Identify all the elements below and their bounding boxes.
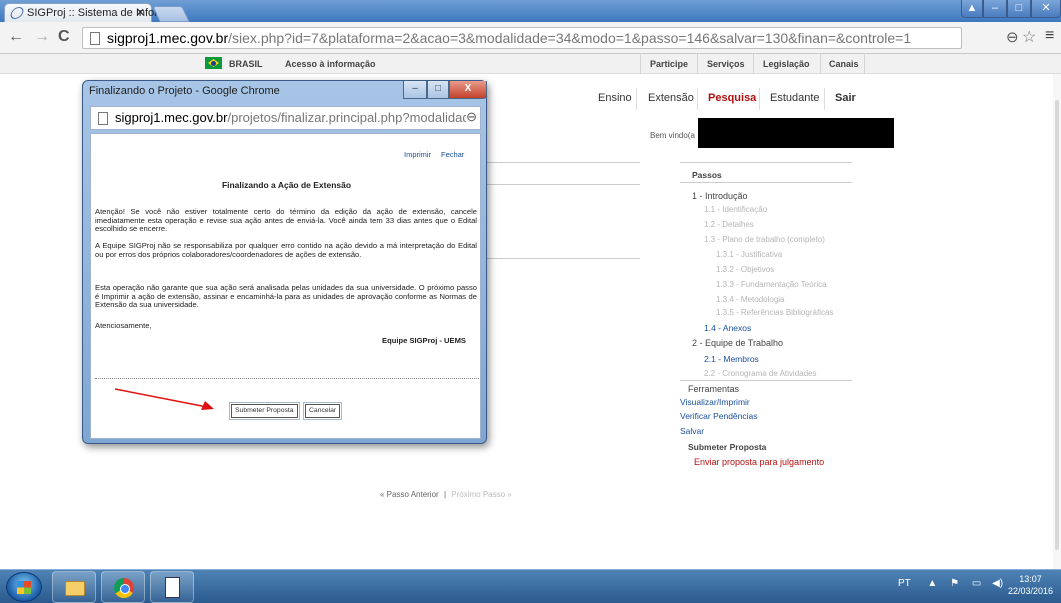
popup-maximize-button[interactable]: □ <box>427 81 449 99</box>
step-identificacao[interactable]: 1.1 - Identificação <box>704 205 767 214</box>
page-favicon-icon <box>8 7 26 19</box>
zoom-icon[interactable]: ⊖ <box>1006 28 1019 46</box>
step-detalhes[interactable]: 1.2 - Detalhes <box>704 220 754 229</box>
page-icon <box>98 112 108 125</box>
windows-taskbar: PT ▲ ⚑ ▭ ◀) 13:07 22/03/2016 <box>0 569 1061 603</box>
taskbar-clock[interactable]: 13:07 22/03/2016 <box>1008 573 1053 597</box>
zoom-icon[interactable]: ⊖ <box>466 109 477 125</box>
step-fundamentacao[interactable]: 1.3.3 - Fundamentação Teórica <box>716 280 827 289</box>
red-annotation-arrow-icon <box>114 388 214 410</box>
popup-heading: Finalizando a Ação de Extensão <box>221 180 352 190</box>
url-host: sigproj1.mec.gov.br <box>107 30 229 46</box>
action-center-flag-icon[interactable]: ⚑ <box>950 578 959 589</box>
maximize-button[interactable]: □ <box>1007 0 1031 18</box>
gov-link-servicos[interactable]: Serviços <box>707 59 745 69</box>
start-button-icon[interactable] <box>6 572 42 602</box>
forward-arrow-icon[interactable]: → <box>34 28 50 46</box>
cancel-button[interactable]: Cancelar <box>302 402 343 420</box>
nav-estudante[interactable]: Estudante <box>770 92 820 104</box>
ferramentas-header: Ferramentas <box>688 384 740 394</box>
popup-url-path: /projetos/finalizar.principal.php?modali… <box>227 110 477 125</box>
volume-icon[interactable]: ◀) <box>992 578 1003 589</box>
popup-minimize-button[interactable]: – <box>403 81 427 99</box>
explorer-taskbar-icon[interactable] <box>52 571 96 603</box>
scrollbar-thumb[interactable] <box>1055 100 1059 550</box>
step-objetivos[interactable]: 1.3.2 - Objetivos <box>716 265 774 274</box>
popup-url-host: sigproj1.mec.gov.br <box>115 110 228 125</box>
warning-paragraph: Atenção! Se você não estiver totalmente … <box>95 207 477 233</box>
browser-tab[interactable]: SIGProj :: Sistema de Infor ✕ <box>4 3 158 22</box>
close-tab-icon[interactable]: ✕ <box>136 6 145 19</box>
enviar-proposta-link[interactable]: Enviar proposta para julgamento <box>694 457 824 467</box>
step-equipe[interactable]: 2 - Equipe de Trabalho <box>692 338 783 348</box>
tool-visualizar[interactable]: Visualizar/Imprimir <box>680 397 750 407</box>
submit-proposal-button[interactable]: Submeter Proposta <box>229 402 300 420</box>
dotted-divider <box>95 378 479 379</box>
submeter-header: Submeter Proposta <box>688 442 767 452</box>
step-plano[interactable]: 1.3 - Plano de trabalho (completo) <box>704 235 825 244</box>
content-divider <box>484 162 640 163</box>
back-arrow-icon[interactable]: ← <box>8 28 24 46</box>
step-anexos[interactable]: 1.4 - Anexos <box>704 323 751 333</box>
address-bar[interactable]: sigproj1.mec.gov.br/siex.php?id=7&plataf… <box>82 27 962 49</box>
url-path: /siex.php?id=7&plataforma=2&acao=3&modal… <box>228 30 912 46</box>
gov-brasil-link[interactable]: BRASIL <box>229 59 263 69</box>
step-metodologia[interactable]: 1.3.4 - Metodologia <box>716 295 785 304</box>
nav-sair[interactable]: Sair <box>835 92 856 104</box>
chrome-taskbar-icon[interactable] <box>101 571 145 603</box>
popup-close-button[interactable]: X <box>449 81 487 99</box>
chrome-menu-icon[interactable]: ≡ <box>1045 27 1054 45</box>
closing-text: Atenciosamente, <box>95 321 152 330</box>
gov-link-legislacao[interactable]: Legislação <box>763 59 810 69</box>
language-indicator[interactable]: PT <box>898 578 911 589</box>
reload-icon[interactable]: C <box>58 28 70 46</box>
next-step-link[interactable]: Próximo Passo » <box>451 490 511 499</box>
content-divider <box>484 258 640 259</box>
document-taskbar-icon[interactable] <box>150 571 194 603</box>
clock-time: 13:07 <box>1019 574 1042 584</box>
tool-verificar[interactable]: Verificar Pendências <box>680 411 758 421</box>
bookmark-star-icon[interactable]: ☆ <box>1022 27 1036 47</box>
brazil-flag-icon <box>205 57 222 69</box>
clock-date: 22/03/2016 <box>1008 586 1054 596</box>
close-window-button[interactable]: ✕ <box>1031 0 1061 18</box>
step-membros[interactable]: 2.1 - Membros <box>704 354 759 364</box>
step-introducao[interactable]: 1 - Introdução <box>692 191 748 201</box>
page-icon <box>90 32 100 45</box>
user-profile-icon[interactable]: ▲ <box>961 0 983 18</box>
nav-ensino[interactable]: Ensino <box>598 92 632 104</box>
popup-address-bar[interactable]: sigproj1.mec.gov.br/projetos/finalizar.p… <box>90 106 481 130</box>
step-pager: « Passo Anterior | Próximo Passo » <box>380 490 512 499</box>
pager-separator: | <box>443 490 447 499</box>
signature: Equipe SIGProj - UEMS <box>382 336 466 345</box>
redacted-username-box <box>698 118 894 148</box>
steps-header: Passos <box>692 170 722 180</box>
nav-extensao[interactable]: Extensão <box>648 92 694 104</box>
tool-salvar[interactable]: Salvar <box>680 426 704 436</box>
gov-link-canais[interactable]: Canais <box>829 59 859 69</box>
next-step-paragraph: Esta operação não garante que sua ação s… <box>95 283 477 309</box>
browser-toolbar: ← → C sigproj1.mec.gov.br/siex.php?id=7&… <box>0 22 1061 54</box>
imprimir-link[interactable]: Imprimir <box>404 150 431 159</box>
gov-bar: BRASIL Acesso à informação Participe Ser… <box>0 54 1061 74</box>
system-tray: PT ▲ ⚑ ▭ ◀) <box>898 578 1003 589</box>
nav-pesquisa[interactable]: Pesquisa <box>708 92 756 104</box>
popup-window-title: Finalizando o Projeto - Google Chrome <box>89 85 280 97</box>
content-divider <box>484 184 640 185</box>
minimize-button[interactable]: – <box>983 0 1007 18</box>
welcome-text: Bem vindo(a <box>650 131 695 140</box>
step-cronograma[interactable]: 2.2 - Cronograma de Atividades <box>704 369 817 378</box>
show-hidden-icons-icon[interactable]: ▲ <box>927 578 937 589</box>
popup-window-controls: – □ X <box>403 81 487 99</box>
responsibility-paragraph: A Equipe SIGProj não se responsabiliza p… <box>95 241 477 259</box>
gov-link-participe[interactable]: Participe <box>650 59 688 69</box>
step-justificativa[interactable]: 1.3.1 - Justificativa <box>716 250 782 259</box>
fechar-link[interactable]: Fechar <box>441 150 464 159</box>
network-icon[interactable]: ▭ <box>972 578 981 589</box>
gov-acesso-link[interactable]: Acesso à informação <box>285 59 376 69</box>
previous-step-link[interactable]: « Passo Anterior <box>380 490 439 499</box>
step-referencias[interactable]: 1.3.5 - Referências Bibliográficas <box>716 308 833 317</box>
